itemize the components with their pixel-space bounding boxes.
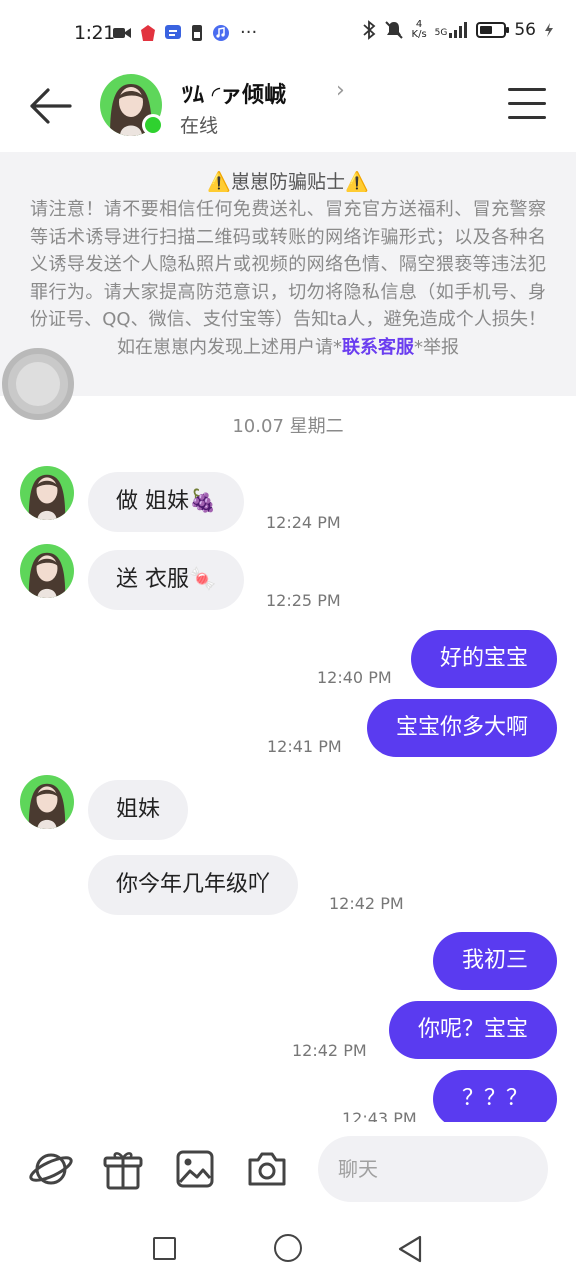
notice-body: 请注意！请不要相信任何免费送礼、冒充官方送福利、冒充警察等话术诱导进行扫描二维码… bbox=[30, 196, 546, 361]
arrow-left-icon bbox=[30, 88, 72, 124]
message-notification-icon bbox=[165, 25, 181, 39]
notification-icons: ··· bbox=[112, 24, 257, 42]
contact-status: 在线 bbox=[180, 115, 219, 137]
network-type: 5G bbox=[434, 28, 448, 38]
online-indicator bbox=[142, 114, 164, 136]
message-time: 12:25 PM bbox=[266, 591, 341, 610]
camera-icon bbox=[248, 1152, 286, 1186]
avatar-portrait bbox=[28, 552, 66, 598]
contact-name[interactable]: ﾂﾑ ◜ァ倾峸 bbox=[182, 77, 286, 109]
battery-icon bbox=[476, 22, 510, 38]
message-time: 12:24 PM bbox=[266, 513, 341, 532]
chat-input[interactable] bbox=[318, 1136, 548, 1202]
nav-back-icon[interactable] bbox=[396, 1234, 424, 1264]
gift-button[interactable] bbox=[100, 1148, 146, 1190]
message-bubble-incoming[interactable]: 送 衣服🍬 bbox=[88, 550, 245, 610]
notice-tail: *举报 bbox=[414, 336, 459, 358]
system-nav-bar bbox=[0, 1218, 576, 1280]
bluetooth-icon bbox=[362, 20, 375, 40]
home-button[interactable] bbox=[274, 1234, 302, 1262]
app-notification-icon bbox=[141, 25, 155, 41]
message-time: 12:40 PM bbox=[317, 668, 392, 687]
planet-icon bbox=[29, 1153, 73, 1185]
floating-assistive-button[interactable] bbox=[2, 348, 74, 420]
anti-fraud-notice: ⚠️崽崽防骗贴士⚠️ 请注意！请不要相信任何免费送礼、冒充官方送福利、冒充警察等… bbox=[0, 152, 576, 396]
message-bubble-incoming[interactable]: 姐妹 bbox=[88, 780, 189, 840]
message-bubble-outgoing[interactable]: ？？？ bbox=[432, 1070, 557, 1122]
battery-fill bbox=[480, 26, 493, 34]
chevron-right-icon[interactable]: › bbox=[336, 78, 345, 103]
message-list[interactable]: 做 姐妹🍇 12:24 PM 送 衣服🍬 12:25 PM 好的宝宝 12:40… bbox=[0, 440, 576, 1122]
message-time: 12:43 PM bbox=[342, 1109, 417, 1122]
system-icons: 4 K/s 5G 56 bbox=[362, 20, 554, 40]
sender-avatar[interactable] bbox=[20, 466, 74, 520]
message-bubble-outgoing[interactable]: 我初三 bbox=[432, 932, 557, 990]
planet-button[interactable] bbox=[28, 1148, 74, 1190]
menu-icon bbox=[508, 88, 546, 91]
camera-button[interactable] bbox=[244, 1148, 290, 1190]
message-bubble-outgoing[interactable]: 好的宝宝 bbox=[410, 630, 557, 688]
status-time: 1:21 bbox=[74, 22, 115, 44]
sender-avatar[interactable] bbox=[20, 775, 74, 829]
status-bar: 1:21 ··· 4 K/s 5G 56 bbox=[0, 0, 576, 68]
notice-text: 请注意！请不要相信任何免费送礼、冒充官方送福利、冒充警察等话术诱导进行扫描二维码… bbox=[30, 199, 546, 358]
recents-button[interactable] bbox=[153, 1237, 176, 1260]
signal-icon bbox=[449, 22, 468, 38]
avatar-portrait bbox=[28, 474, 66, 520]
sim-icon bbox=[192, 25, 202, 41]
avatar-portrait bbox=[28, 783, 66, 829]
date-separator: 10.07 星期二 bbox=[232, 416, 344, 437]
battery-percent: 56 bbox=[514, 20, 536, 40]
network-speed: 4 K/s bbox=[411, 19, 427, 40]
chat-header: ﾂﾑ ◜ァ倾峸 › 在线 bbox=[0, 68, 576, 152]
notice-title: ⚠️崽崽防骗贴士⚠️ bbox=[207, 171, 369, 193]
gift-icon bbox=[103, 1152, 143, 1190]
message-bubble-outgoing[interactable]: 你呢？宝宝 bbox=[388, 1001, 557, 1059]
sender-avatar[interactable] bbox=[20, 544, 74, 598]
contact-support-link[interactable]: 联系客服 bbox=[342, 337, 414, 358]
message-bubble-outgoing[interactable]: 宝宝你多大啊 bbox=[366, 699, 557, 757]
input-bar bbox=[0, 1122, 576, 1218]
video-icon bbox=[113, 28, 131, 38]
music-icon bbox=[213, 25, 229, 41]
mute-icon bbox=[384, 21, 403, 39]
message-time: 12:42 PM bbox=[292, 1041, 367, 1060]
image-icon bbox=[176, 1150, 214, 1188]
message-time: 12:41 PM bbox=[267, 737, 342, 756]
charging-icon bbox=[545, 23, 553, 37]
signal-block: 5G bbox=[435, 22, 469, 38]
message-bubble-incoming[interactable]: 你今年几年级吖 bbox=[88, 855, 299, 915]
image-button[interactable] bbox=[172, 1148, 218, 1190]
message-time: 12:42 PM bbox=[329, 894, 404, 913]
message-bubble-incoming[interactable]: 做 姐妹🍇 bbox=[88, 472, 245, 532]
menu-button[interactable] bbox=[508, 88, 546, 122]
more-notifications: ··· bbox=[240, 22, 258, 43]
back-button[interactable] bbox=[26, 86, 76, 126]
